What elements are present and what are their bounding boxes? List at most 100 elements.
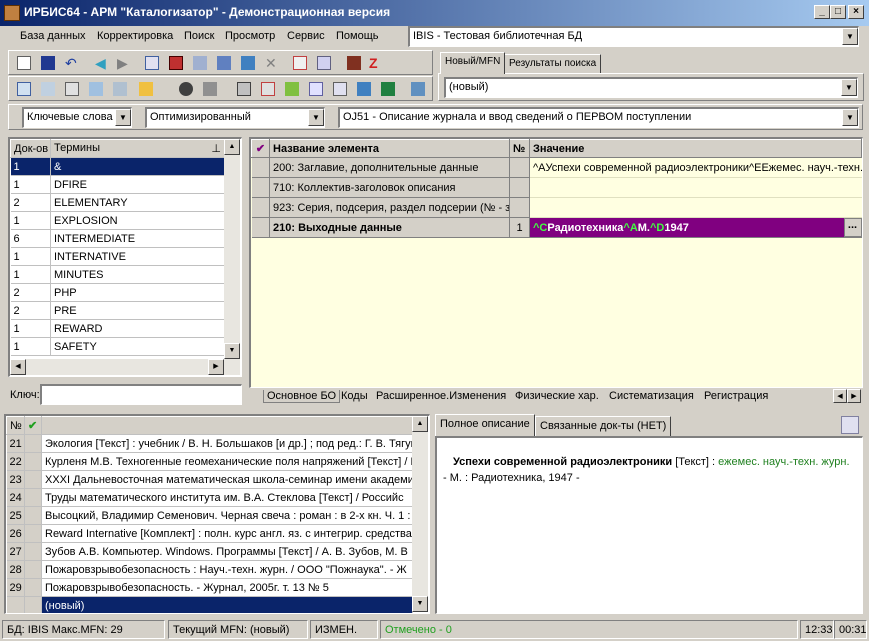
tab-physical[interactable]: Физические хар. [515,390,599,402]
delete-button[interactable]: ✕ [261,53,283,73]
doc-export-button[interactable] [313,53,335,73]
terms-list[interactable]: Док-ов Термины ⊥ 1 & 1 DFIRE 2 ELEMENTARY 1 EXPL… [8,137,242,377]
record-check[interactable] [24,470,42,489]
tree-button[interactable] [213,53,235,73]
tab-codes[interactable]: Коды [341,390,368,402]
table-row[interactable]: 24 Труды математического института им. В.… [6,488,413,507]
database-select[interactable]: IBIS - Тестовая библиотечная БД ▼ [408,26,859,47]
table-row[interactable]: 25 Высоцкий, Владимир Семенович. Черная с… [6,506,413,525]
menu-search[interactable]: Поиск [184,30,214,42]
close-button[interactable]: × [848,5,864,19]
books-button[interactable] [343,53,365,73]
record-check[interactable] [24,524,42,543]
list-item[interactable]: 2 PRE [10,301,225,320]
list-item[interactable]: 2 ELEMENTARY [10,193,225,212]
editor-header-value[interactable]: Значение [529,139,862,158]
settings-button[interactable] [407,79,429,99]
print-button[interactable] [233,79,255,99]
filter-button[interactable] [109,79,131,99]
table-row[interactable]: 27 Зубов А.В. Компьютер. Windows. Програм… [6,542,413,561]
list-item[interactable]: 1 & [10,157,225,176]
records-scrollbar[interactable]: ▲ ▼ [412,416,428,612]
worksheet-select[interactable]: OJ51 - Описание журнала и ввод сведений … [338,107,859,128]
edit-button[interactable] [237,53,259,73]
chevron-down-icon[interactable]: ▼ [842,28,858,45]
pages-button[interactable] [305,79,327,99]
chart-button[interactable] [353,79,375,99]
editor-header-name[interactable]: Название элемента [269,139,510,158]
z3950-button[interactable]: Z [365,53,387,73]
doc-import-button[interactable] [289,53,311,73]
field-name[interactable]: 200: Заглавие, дополнительные данные [269,157,510,178]
field-value[interactable] [529,177,862,198]
forward-button[interactable]: ▶ [113,53,135,73]
records-list[interactable]: № ✔ 21 Экология [Текст] : учебник / В. Н.… [4,414,430,614]
field-name[interactable]: 923: Серия, подсерия, раздел подсерии (№… [269,197,510,218]
scroll-up-icon[interactable]: ▲ [224,139,240,155]
view-button[interactable] [175,79,197,99]
record-editor[interactable]: ✔ Название элемента № Значение 200: Загл… [249,137,863,388]
records-header-num[interactable]: № [6,416,25,435]
scroll-down-icon[interactable]: ▼ [224,343,240,359]
app-icon[interactable] [4,5,20,21]
print-preview-button[interactable] [257,79,279,99]
print-icon[interactable] [841,416,859,434]
table-row[interactable]: 23 XXXI Дальневосточная математическая шк… [6,470,413,489]
tab-registration[interactable]: Регистрация [704,390,768,402]
field-value[interactable]: ^AУспехи современной радиоэлектроники^EЕ… [529,157,862,178]
terms-scrollbar[interactable]: ▲ ▼ [224,139,240,359]
terms-hscrollbar[interactable]: ◀ ▶ [10,359,240,375]
maximize-button[interactable]: □ [830,5,846,19]
key-input[interactable] [40,384,242,405]
title-bar[interactable]: ИРБИС64 - АРМ "Каталогизатор" - Демонстр… [0,0,869,26]
scroll-down-icon[interactable]: ▼ [412,596,428,612]
mfn-select[interactable]: (новый) ▼ [444,77,858,98]
table-row[interactable]: 210: Выходные данные 1 ^CРадиотехника^AM.^… [251,217,862,238]
record-check[interactable] [24,542,42,561]
list-item[interactable]: 1 MINUTES [10,265,225,284]
terms-header-count[interactable]: Док-ов [10,139,51,158]
record-check[interactable] [24,488,42,507]
tab-new-mfn[interactable]: Новый/MFN [440,52,506,74]
chevron-down-icon[interactable]: ▼ [115,109,131,126]
chevron-down-icon[interactable]: ▼ [842,109,858,126]
field-name[interactable]: 710: Коллектив-заголовок описания [269,177,510,198]
tab-linked-docs[interactable]: Связанные док-ты (НЕТ) [535,416,672,436]
save-button[interactable] [37,53,59,73]
table-row[interactable]: 200: Заглавие, дополнительные данные ^AУс… [251,157,862,178]
table-row[interactable]: 710: Коллектив-заголовок описания [251,177,862,198]
chevron-down-icon[interactable]: ▼ [841,79,857,96]
ellipsis-button[interactable]: ... [843,218,862,237]
report-button[interactable] [329,79,351,99]
copy-record-button[interactable] [141,53,163,73]
new-doc-button[interactable] [13,53,35,73]
search-mode-select[interactable]: Оптимизированный ▼ [145,107,325,128]
field-value[interactable]: ^CРадиотехника^AM.^D1947... [529,217,862,238]
scroll-right-icon[interactable]: ▶ [208,359,224,375]
field-value[interactable] [529,197,862,218]
field-name[interactable]: 210: Выходные данные [269,217,510,238]
table-row[interactable]: 22 Курленя М.В. Техногенные геомеханическ… [6,452,413,471]
folder-button[interactable] [199,79,221,99]
find-button[interactable] [85,79,107,99]
list-item[interactable]: 1 INTERNATIVE [10,247,225,266]
search-type-select[interactable]: Ключевые слова ▼ [22,107,132,128]
back-button[interactable]: ◀ [91,53,113,73]
tab-extended-changes[interactable]: Расширенное.Изменения [376,390,506,402]
chevron-down-icon[interactable]: ▼ [308,109,324,126]
table-row[interactable]: 923: Серия, подсерия, раздел подсерии (№… [251,197,862,218]
menu-help[interactable]: Помощь [336,30,379,42]
undo-button[interactable]: ↶ [61,53,83,73]
checkmark-icon[interactable]: ✔ [251,139,270,158]
hand-button[interactable] [135,79,157,99]
table-row[interactable]: 26 Reward Internative [Комплект] : полн. … [6,524,413,543]
records-header-desc[interactable] [41,416,413,435]
list-item[interactable]: 1 EXPLOSION [10,211,225,230]
list-item[interactable]: 1 DFIRE [10,175,225,194]
excel-button[interactable] [377,79,399,99]
comment-button[interactable] [13,79,35,99]
tab-scroll-left-icon[interactable]: ◀ [833,389,847,403]
records-new-row[interactable]: (новый) [41,596,413,613]
minimize-button[interactable]: _ [814,5,830,19]
terms-header-term[interactable]: Термины ⊥ [50,139,225,158]
